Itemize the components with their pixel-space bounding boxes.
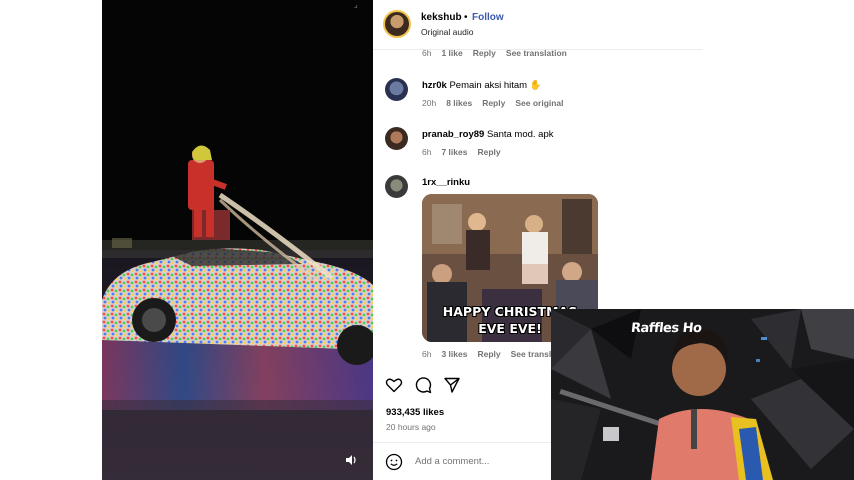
video-frame-santa-car [102,0,373,480]
comment-time: 20h [422,98,437,108]
comment-text: hzr0k Pemain aksi hitam ✋ [422,80,542,91]
comment-likes[interactable]: 1 like [441,48,462,58]
comment-likes[interactable]: 3 likes [441,349,467,359]
comment-time: 6h [422,349,432,359]
left-margin [0,0,102,480]
comment-username[interactable]: 1rx__rinku [422,177,470,188]
post-time: 20 hours ago [386,422,436,432]
speaker-icon[interactable] [345,454,361,470]
smiley-icon[interactable] [385,453,403,471]
separator-dot: • [464,12,468,23]
share-paper-plane-icon[interactable] [443,376,461,394]
post-header: kekshub • Follow Original audio [373,0,703,48]
post-username[interactable]: kekshub [421,12,462,23]
likes-count[interactable]: 933,435 likes [386,407,444,418]
webcam-image [551,309,854,480]
avatar[interactable] [383,10,411,38]
webcam-sign-text: Raffles Ho [630,321,703,336]
reply-button[interactable]: Reply [482,98,505,108]
reply-button[interactable]: Reply [477,349,500,359]
comment-time: 6h [422,147,432,157]
webcam-overlay: Raffles Ho [551,309,854,480]
reply-button[interactable]: Reply [473,48,496,58]
avatar[interactable] [385,78,408,101]
see-translation-button[interactable]: See translation [506,48,567,58]
comment-likes[interactable]: 7 likes [441,147,467,157]
comment-body: Pemain aksi hitam ✋ [449,80,542,91]
comment-likes[interactable]: 8 likes [446,98,472,108]
avatar[interactable] [385,127,408,150]
add-comment-input[interactable]: Add a comment... [415,456,489,467]
comment-time: 6h [422,48,432,58]
comment-meta: 6h 7 likes Reply [422,147,511,157]
follow-button[interactable]: Follow [472,12,504,23]
reply-button[interactable]: Reply [477,147,500,157]
comment-bubble-icon[interactable] [414,376,432,394]
comment-meta: 6h 1 like Reply See translation [422,48,577,58]
comment-text: pranab_roy89 Santa mod. apk [422,129,554,140]
comment-meta: 20h 8 likes Reply See original [422,98,574,108]
avatar[interactable] [385,175,408,198]
comment-username[interactable]: pranab_roy89 [422,129,484,140]
comment-body: Santa mod. apk [486,129,554,140]
composer-divider [373,442,553,443]
comment-meta: 6h 3 likes Reply See translat [422,349,569,359]
comment-text: 1rx__rinku [422,177,470,188]
comment-username[interactable]: hzr0k [422,80,447,91]
heart-icon[interactable] [385,376,403,394]
reel-video[interactable]: ⌟ [102,0,373,480]
video-top-indicator-icon: ⌟ [354,0,364,9]
audio-link[interactable]: Original audio [421,27,473,37]
see-original-button[interactable]: See original [515,98,563,108]
